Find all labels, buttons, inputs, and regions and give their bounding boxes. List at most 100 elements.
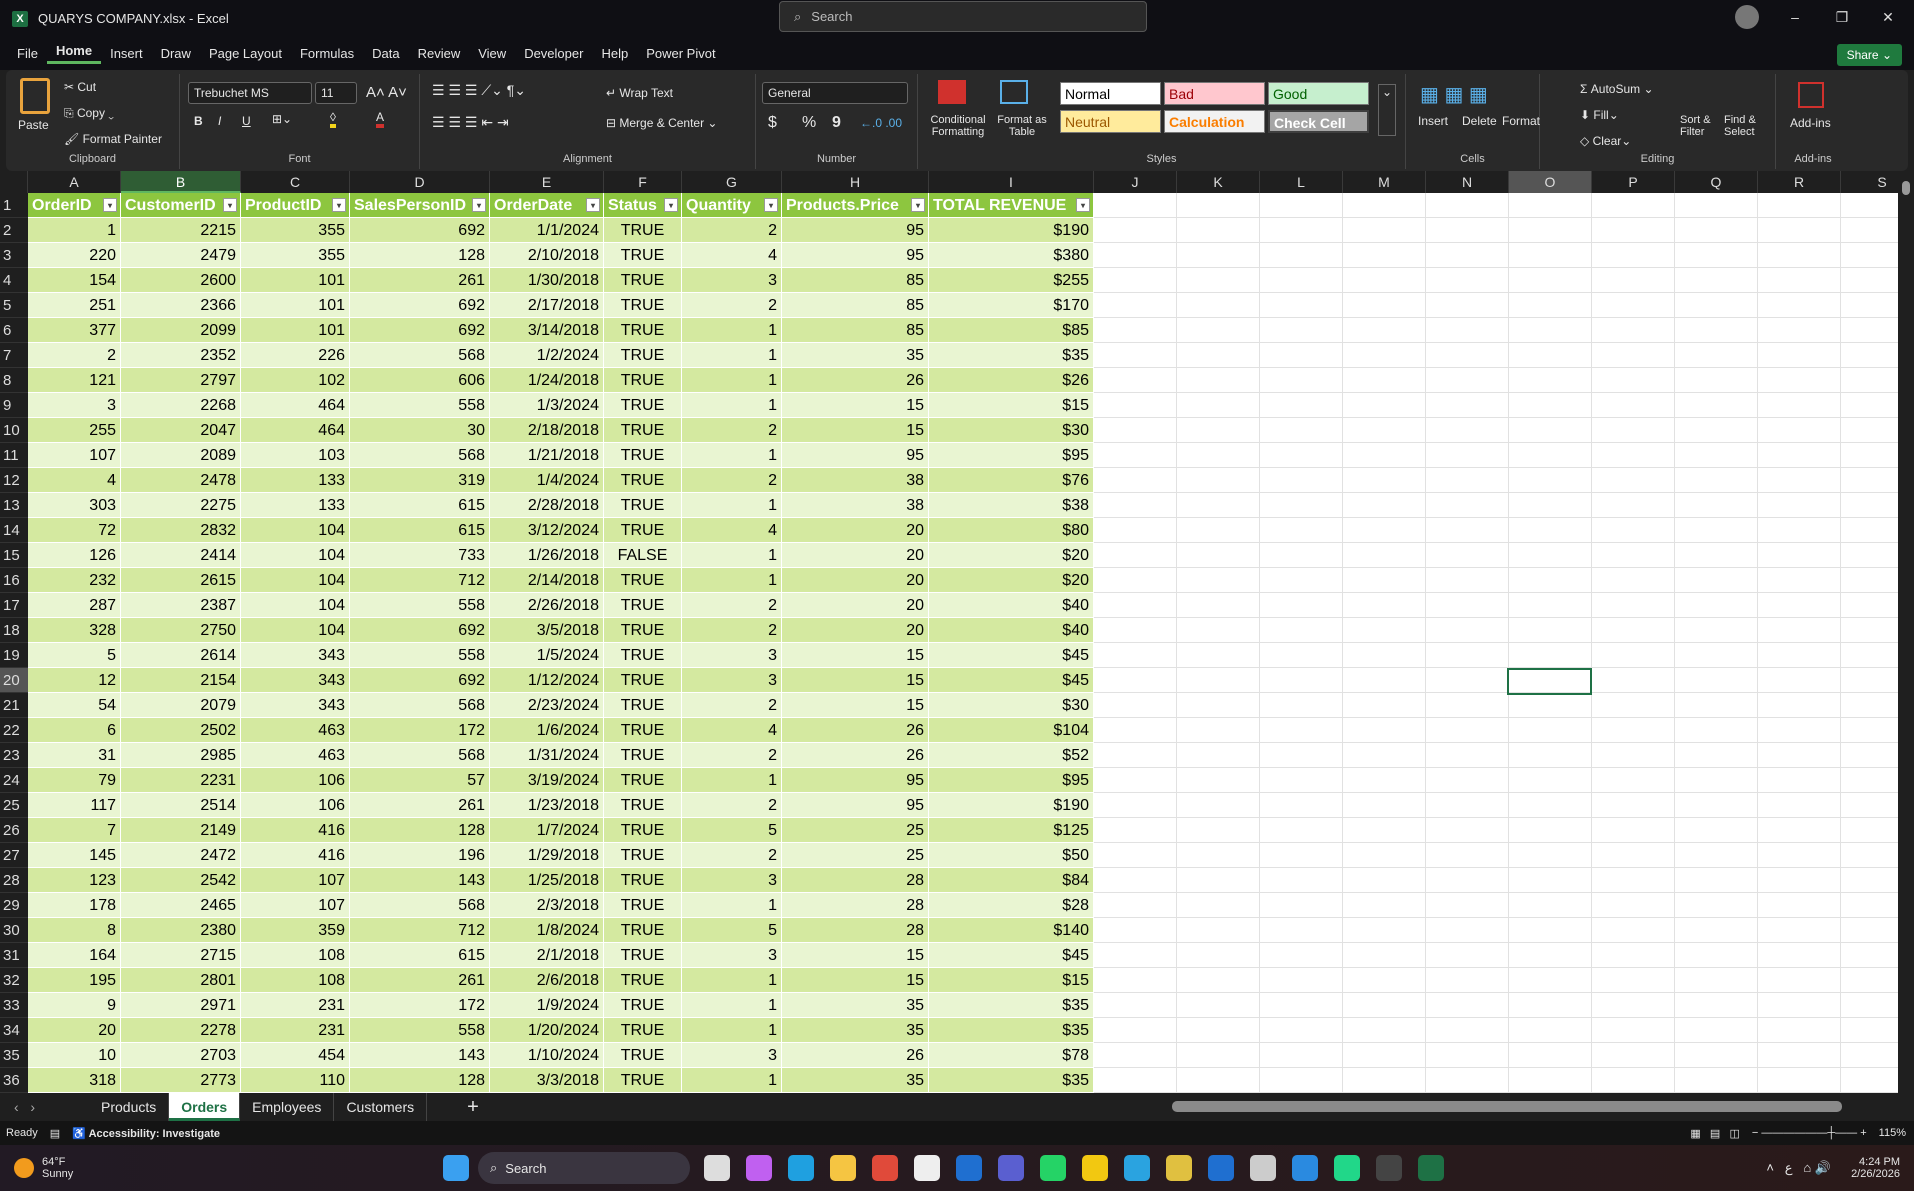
menu-tab-formulas[interactable]: Formulas xyxy=(291,46,363,61)
row-header[interactable]: 10 xyxy=(0,418,28,443)
empty-cell[interactable] xyxy=(1509,768,1592,793)
table-cell[interactable]: 1/30/2018 xyxy=(490,268,604,293)
empty-cell[interactable] xyxy=(1177,518,1260,543)
empty-cell[interactable] xyxy=(1177,743,1260,768)
table-cell[interactable]: 28 xyxy=(782,868,929,893)
empty-cell[interactable] xyxy=(1260,493,1343,518)
empty-cell[interactable] xyxy=(1426,893,1509,918)
table-cell[interactable]: 231 xyxy=(241,1018,350,1043)
table-cell[interactable]: 2/10/2018 xyxy=(490,243,604,268)
comma-button[interactable]: 9 xyxy=(832,114,841,132)
empty-cell[interactable] xyxy=(1177,968,1260,993)
table-cell[interactable]: $35 xyxy=(929,343,1094,368)
empty-cell[interactable] xyxy=(1509,868,1592,893)
font-name-dropdown[interactable]: Trebuchet MS xyxy=(188,82,312,104)
table-cell[interactable]: $85 xyxy=(929,318,1094,343)
table-cell[interactable]: TRUE xyxy=(604,918,682,943)
table-cell[interactable]: $104 xyxy=(929,718,1094,743)
format-cells-button[interactable]: Format xyxy=(1502,114,1540,128)
empty-cell[interactable] xyxy=(1426,568,1509,593)
row-header[interactable]: 14 xyxy=(0,518,28,543)
empty-cell[interactable] xyxy=(1343,668,1426,693)
row-header[interactable]: 36 xyxy=(0,1068,28,1093)
table-cell[interactable]: TRUE xyxy=(604,993,682,1018)
empty-cell[interactable] xyxy=(1509,918,1592,943)
table-cell[interactable]: 558 xyxy=(350,1018,490,1043)
table-cell[interactable]: 2 xyxy=(682,843,782,868)
table-cell[interactable]: 1 xyxy=(28,218,121,243)
table-cell[interactable]: 126 xyxy=(28,543,121,568)
style-good[interactable]: Good xyxy=(1268,82,1369,105)
table-cell[interactable]: 232 xyxy=(28,568,121,593)
table-cell[interactable]: 195 xyxy=(28,968,121,993)
empty-cell[interactable] xyxy=(1260,768,1343,793)
table-cell[interactable]: 20 xyxy=(28,1018,121,1043)
task-view-icon[interactable] xyxy=(704,1155,730,1181)
empty-cell[interactable] xyxy=(1758,443,1841,468)
table-cell[interactable]: 319 xyxy=(350,468,490,493)
table-cell[interactable]: 558 xyxy=(350,393,490,418)
empty-cell[interactable] xyxy=(1509,893,1592,918)
row-header[interactable]: 34 xyxy=(0,1018,28,1043)
underline-button[interactable]: U xyxy=(242,114,251,128)
table-cell[interactable]: 25 xyxy=(782,818,929,843)
empty-cell[interactable] xyxy=(1094,718,1177,743)
empty-cell[interactable] xyxy=(1675,668,1758,693)
table-cell[interactable]: 20 xyxy=(782,593,929,618)
empty-cell[interactable] xyxy=(1177,1043,1260,1068)
table-cell[interactable]: 101 xyxy=(241,268,350,293)
empty-cell[interactable] xyxy=(1260,1043,1343,1068)
table-cell[interactable]: 2352 xyxy=(121,343,241,368)
row-header[interactable]: 5 xyxy=(0,293,28,318)
table-cell[interactable]: 20 xyxy=(782,618,929,643)
table-cell[interactable]: 2971 xyxy=(121,993,241,1018)
table-cell[interactable]: 15 xyxy=(782,943,929,968)
empty-cell[interactable] xyxy=(1426,993,1509,1018)
start-icon[interactable] xyxy=(443,1155,469,1181)
table-cell[interactable]: 1 xyxy=(682,1068,782,1093)
table-cell[interactable]: TRUE xyxy=(604,493,682,518)
table-cell[interactable]: 2/1/2018 xyxy=(490,943,604,968)
empty-cell[interactable] xyxy=(1094,193,1177,218)
table-cell[interactable]: 2079 xyxy=(121,693,241,718)
empty-cell[interactable] xyxy=(1426,243,1509,268)
empty-cell[interactable] xyxy=(1675,468,1758,493)
empty-cell[interactable] xyxy=(1758,193,1841,218)
empty-cell[interactable] xyxy=(1260,443,1343,468)
empty-cell[interactable] xyxy=(1343,443,1426,468)
horizontal-scrollbar[interactable] xyxy=(1172,1101,1842,1112)
empty-cell[interactable] xyxy=(1509,718,1592,743)
empty-cell[interactable] xyxy=(1094,893,1177,918)
table-cell[interactable]: $80 xyxy=(929,518,1094,543)
borders-icon[interactable]: ⊞⌄ xyxy=(272,112,292,126)
table-cell[interactable]: 1 xyxy=(682,968,782,993)
row-header[interactable]: 7 xyxy=(0,343,28,368)
table-cell[interactable]: 615 xyxy=(350,493,490,518)
row-header[interactable]: 1 xyxy=(0,193,28,218)
empty-cell[interactable] xyxy=(1177,918,1260,943)
table-cell[interactable]: 2797 xyxy=(121,368,241,393)
empty-cell[interactable] xyxy=(1675,343,1758,368)
decimal-icons[interactable]: ←.0 .00 xyxy=(860,116,902,130)
zoom-slider[interactable]: − ——————┼—— + xyxy=(1752,1127,1867,1139)
empty-cell[interactable] xyxy=(1177,643,1260,668)
empty-cell[interactable] xyxy=(1592,918,1675,943)
menu-tab-view[interactable]: View xyxy=(469,46,515,61)
pycharm-icon[interactable] xyxy=(1334,1155,1360,1181)
empty-cell[interactable] xyxy=(1177,1068,1260,1093)
empty-cell[interactable] xyxy=(1509,243,1592,268)
table-cell[interactable]: 1 xyxy=(682,893,782,918)
empty-cell[interactable] xyxy=(1509,968,1592,993)
table-cell[interactable]: 226 xyxy=(241,343,350,368)
power-bi-icon[interactable] xyxy=(1082,1155,1108,1181)
menu-tab-file[interactable]: File xyxy=(8,46,47,61)
empty-cell[interactable] xyxy=(1509,468,1592,493)
table-cell[interactable]: 26 xyxy=(782,743,929,768)
table-cell[interactable]: 2750 xyxy=(121,618,241,643)
table-header-cell[interactable]: Products.Price ▾ xyxy=(782,193,929,218)
empty-cell[interactable] xyxy=(1177,718,1260,743)
table-cell[interactable]: 1/21/2018 xyxy=(490,443,604,468)
empty-cell[interactable] xyxy=(1094,693,1177,718)
empty-cell[interactable] xyxy=(1177,193,1260,218)
table-cell[interactable]: $20 xyxy=(929,568,1094,593)
